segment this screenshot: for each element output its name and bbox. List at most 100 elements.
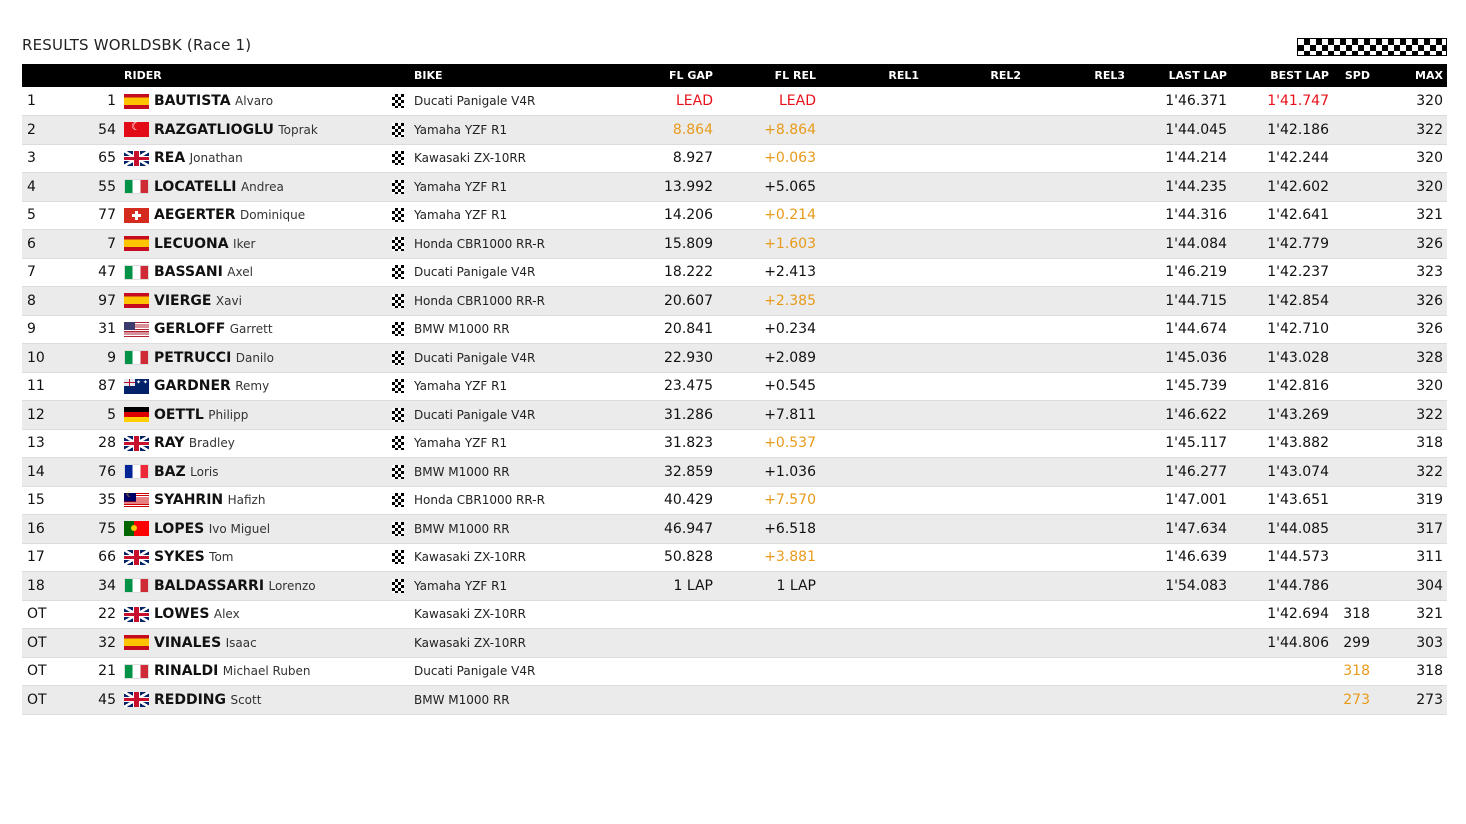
table-row[interactable]: 254RAZGATLIOGLU ToprakYamaha YZF R18.864…	[22, 115, 1447, 145]
table-row[interactable]: 4 55 LOCATELLI Andrea Yamaha YZF R1 13.992 +5…	[22, 172, 1447, 202]
table-row[interactable]: 1187GARDNER RemyYamaha YZF R123.475+0.54…	[22, 372, 1447, 401]
best-lap-cell: 1'43.028	[1231, 343, 1333, 373]
rider-firstname: Danilo	[235, 350, 274, 365]
finish-cell	[370, 600, 410, 629]
col-num	[72, 64, 120, 87]
rel3-cell	[1025, 657, 1129, 686]
rider-surname[interactable]: LECUONA	[154, 236, 229, 252]
best-lap-cell	[1231, 657, 1333, 686]
last-lap-cell: 1'46.639	[1129, 543, 1231, 572]
last-lap-cell: 1'44.316	[1129, 201, 1231, 230]
rider-number-cell: 45	[72, 685, 120, 715]
results-table: RIDER BIKE FL GAP FL REL REL1 REL2 REL3 …	[22, 64, 1447, 715]
rider-surname[interactable]: BALDASSARRI	[154, 578, 264, 594]
table-row[interactable]: 16 75 LOPES Ivo Miguel BMW M1000 RR 46.947 +6…	[22, 514, 1447, 544]
country-flag-icon	[124, 464, 149, 480]
rider-surname[interactable]: REDDING	[154, 692, 226, 708]
speed-cell	[1333, 172, 1374, 202]
table-row[interactable]: 1535SYAHRIN HafizhHonda CBR1000 RR-R40.4…	[22, 486, 1447, 515]
best-lap-cell: 1'43.882	[1231, 429, 1333, 458]
col-rider[interactable]: RIDER	[120, 64, 370, 87]
table-row[interactable]: 17 66 SYKES Tom Kawasaki ZX-10RR 50.828 +3.88…	[22, 543, 1447, 572]
rider-surname[interactable]: SYKES	[154, 549, 205, 565]
rider-surname[interactable]: GERLOFF	[154, 321, 225, 337]
table-row[interactable]: OT 45 REDDING Scott BMW M1000 RR 273 273	[22, 685, 1447, 715]
col-best-lap[interactable]: BEST LAP	[1231, 64, 1333, 87]
rider-surname[interactable]: OETTL	[154, 407, 204, 423]
fl-gap-cell	[590, 685, 717, 715]
rider-surname[interactable]: LOPES	[154, 521, 204, 537]
col-rel2[interactable]: REL2	[923, 64, 1025, 87]
finish-cell	[370, 201, 410, 230]
rel2-cell	[923, 514, 1025, 544]
rider-firstname: Jonathan	[189, 151, 243, 166]
rider-surname[interactable]: GARDNER	[154, 378, 231, 394]
rider-surname[interactable]: BAZ	[154, 464, 186, 480]
col-rel3[interactable]: REL3	[1025, 64, 1129, 87]
table-row[interactable]: 1 1 BAUTISTA Alvaro Ducati Panigale V4R LEAD…	[22, 87, 1447, 116]
col-rel1[interactable]: REL1	[820, 64, 923, 87]
rider-number-cell: 32	[72, 628, 120, 658]
rider-surname[interactable]: LOCATELLI	[154, 179, 237, 195]
rider-surname[interactable]: LOWES	[154, 606, 209, 622]
table-row[interactable]: 6 7 LECUONA Iker Honda CBR1000 RR-R 15.809 +1…	[22, 229, 1447, 259]
rider-surname[interactable]: PETRUCCI	[154, 350, 231, 366]
bike-cell: BMW M1000 RR	[410, 457, 590, 487]
speed-cell	[1333, 229, 1374, 259]
rider-number-cell: 34	[72, 571, 120, 601]
checkered-flag-icon	[392, 94, 404, 108]
best-lap-cell: 1'42.237	[1231, 258, 1333, 287]
finish-cell	[370, 372, 410, 401]
rel1-cell	[820, 457, 923, 487]
country-flag-icon	[124, 663, 149, 679]
country-flag-icon	[124, 236, 149, 252]
rel2-cell	[923, 343, 1025, 373]
table-row[interactable]: OT 21 RINALDI Michael Ruben Ducati Panigale…	[22, 657, 1447, 686]
last-lap-cell: 1'45.117	[1129, 429, 1231, 458]
table-row[interactable]: 9 31 GERLOFF Garrett BMW M1000 RR 20.841 +0.2…	[22, 315, 1447, 344]
col-fl-rel[interactable]: FL REL	[717, 64, 820, 87]
rel2-cell	[923, 201, 1025, 230]
table-row[interactable]: 5 77 AEGERTER Dominique Yamaha YZF R1 14.206…	[22, 201, 1447, 230]
rider-surname[interactable]: REA	[154, 150, 185, 166]
last-lap-cell: 1'46.371	[1129, 87, 1231, 116]
finish-cell	[370, 457, 410, 487]
table-row[interactable]: 7 47 BASSANI Axel Ducati Panigale V4R 18.222…	[22, 258, 1447, 287]
rider-surname[interactable]: RINALDI	[154, 663, 218, 679]
max-speed-cell: 320	[1374, 144, 1447, 173]
col-max[interactable]: MAX	[1374, 64, 1447, 87]
country-flag-icon	[124, 549, 149, 565]
fl-gap-cell: 31.823	[590, 429, 717, 458]
rider-surname[interactable]: VIERGE	[154, 293, 211, 309]
country-flag-icon	[124, 490, 149, 508]
table-row[interactable]: 14 76 BAZ Loris BMW M1000 RR 32.859 +1.036 1'4…	[22, 457, 1447, 487]
rel2-cell	[923, 600, 1025, 629]
table-row[interactable]: 10 9 PETRUCCI Danilo Ducati Panigale V4R 22.…	[22, 343, 1447, 373]
page-title: RESULTS WORLDSBK (Race 1)	[22, 36, 252, 54]
rider-surname[interactable]: BASSANI	[154, 264, 223, 280]
col-fl-gap[interactable]: FL GAP	[590, 64, 717, 87]
table-row[interactable]: OT 32 VINALES Isaac Kawasaki ZX-10RR 1'44.80…	[22, 628, 1447, 658]
table-row[interactable]: 13 28 RAY Bradley Yamaha YZF R1 31.823 +0.537…	[22, 429, 1447, 458]
rider-surname[interactable]: BAUTISTA	[154, 93, 231, 109]
col-spd[interactable]: SPD	[1333, 64, 1374, 87]
col-last-lap[interactable]: LAST LAP	[1129, 64, 1231, 87]
rel3-cell	[1025, 514, 1129, 544]
rider-surname[interactable]: SYAHRIN	[154, 492, 223, 508]
table-row[interactable]: 18 34 BALDASSARRI Lorenzo Yamaha YZF R1 1 LA…	[22, 571, 1447, 601]
fl-rel-cell	[717, 628, 820, 658]
rider-surname[interactable]: RAY	[154, 435, 184, 451]
table-row[interactable]: 8 97 VIERGE Xavi Honda CBR1000 RR-R 20.607 +2…	[22, 286, 1447, 316]
speed-cell	[1333, 315, 1374, 344]
rider-cell: LOWES Alex	[120, 600, 370, 629]
rider-number-cell: 76	[72, 457, 120, 487]
table-row[interactable]: 12 5 OETTL Philipp Ducati Panigale V4R 31.28…	[22, 400, 1447, 430]
col-bike[interactable]: BIKE	[410, 64, 590, 87]
rider-surname[interactable]: AEGERTER	[154, 207, 236, 223]
rider-surname[interactable]: RAZGATLIOGLU	[154, 122, 274, 138]
rel2-cell	[923, 657, 1025, 686]
rider-surname[interactable]: VINALES	[154, 635, 221, 651]
table-row[interactable]: OT 22 LOWES Alex Kawasaki ZX-10RR 1'42.694 31…	[22, 600, 1447, 629]
table-row[interactable]: 3 65 REA Jonathan Kawasaki ZX-10RR 8.927 +0.0…	[22, 144, 1447, 173]
speed-cell	[1333, 400, 1374, 430]
